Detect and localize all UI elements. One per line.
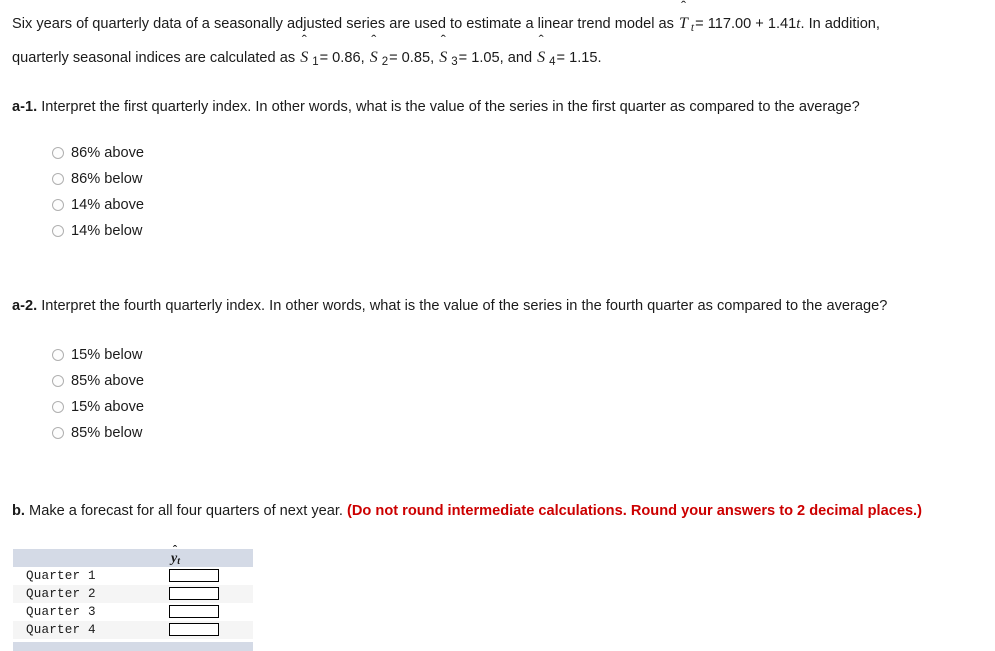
seasonal-subscript-2: 2 bbox=[381, 56, 389, 68]
radio-button-icon[interactable] bbox=[52, 173, 64, 185]
seasonal-symbol-4: ̂S bbox=[537, 49, 546, 66]
forecast-answer-table: ̂yt Quarter 1 Quarter 2 bbox=[13, 549, 253, 639]
forecast-answer-table-wrapper: ̂yt Quarter 1 Quarter 2 bbox=[0, 549, 995, 639]
option-a2-3-label: 85% below bbox=[71, 424, 143, 441]
option-a1-1[interactable]: 86% below bbox=[52, 166, 995, 192]
table-row: Quarter 1 bbox=[13, 567, 253, 585]
option-a1-2-label: 14% above bbox=[71, 196, 145, 213]
seasonal-subscript-3: 3 bbox=[451, 56, 458, 68]
row-input-cell-quarter-2 bbox=[161, 585, 253, 603]
option-a1-0-label: 86% above bbox=[71, 144, 145, 161]
trend-symbol: ̂T bbox=[679, 15, 688, 32]
option-a2-1[interactable]: 85% above bbox=[52, 368, 995, 394]
seasonal-value-4: = 1.15. bbox=[556, 50, 602, 66]
radio-button-icon[interactable] bbox=[52, 427, 64, 439]
yhat-symbol: ̂yt bbox=[171, 551, 180, 567]
question-a1-label: a-1. bbox=[12, 99, 38, 115]
stem-line1-text: Six years of quarterly data of a seasona… bbox=[12, 16, 674, 32]
question-a1: a-1. Interpret the first quarterly index… bbox=[0, 98, 995, 117]
row-label-quarter-4: Quarter 4 bbox=[13, 621, 161, 639]
table-header-yhat: ̂yt bbox=[161, 549, 253, 567]
question-a2-label: a-2. bbox=[12, 298, 38, 314]
radio-button-icon[interactable] bbox=[52, 375, 64, 387]
question-page: Six years of quarterly data of a seasona… bbox=[0, 0, 995, 651]
answer-input-quarter-1[interactable] bbox=[169, 569, 219, 583]
table-row: Quarter 3 bbox=[13, 603, 253, 621]
option-a2-0-label: 15% below bbox=[71, 346, 143, 363]
row-input-cell-quarter-4 bbox=[161, 621, 253, 639]
radio-button-icon[interactable] bbox=[52, 147, 64, 159]
problem-stem: Six years of quarterly data of a seasona… bbox=[0, 0, 995, 77]
table-row: Quarter 2 bbox=[13, 585, 253, 603]
option-a1-0[interactable]: 86% above bbox=[52, 140, 995, 166]
seasonal-symbol-2: ̂S bbox=[369, 49, 378, 66]
option-a1-1-label: 86% below bbox=[71, 170, 143, 187]
options-a2: 15% below 85% above 15% above 85% below bbox=[0, 342, 995, 446]
question-b-instruction: (Do not round intermediate calculations.… bbox=[347, 503, 922, 519]
seasonal-symbol-1: ̂S bbox=[300, 49, 309, 66]
trend-tail: . In addition, bbox=[800, 16, 880, 32]
row-label-quarter-1: Quarter 1 bbox=[13, 567, 161, 585]
answer-input-quarter-2[interactable] bbox=[169, 587, 219, 601]
seasonal-value-3: = 1.05, and bbox=[458, 50, 533, 66]
table-header-blank bbox=[13, 549, 161, 567]
table-body: Quarter 1 Quarter 2 Quarter 3 Quarter 4 bbox=[13, 567, 253, 639]
option-a2-2-label: 15% above bbox=[71, 398, 145, 415]
seasonal-value-2: = 0.85, bbox=[389, 50, 435, 66]
radio-button-icon[interactable] bbox=[52, 349, 64, 361]
option-a1-2[interactable]: 14% above bbox=[52, 192, 995, 218]
row-label-quarter-3: Quarter 3 bbox=[13, 603, 161, 621]
stem-line2: quarterly seasonal indices are calculate… bbox=[12, 43, 977, 77]
row-input-cell-quarter-3 bbox=[161, 603, 253, 621]
row-label-quarter-2: Quarter 2 bbox=[13, 585, 161, 603]
table-header: ̂yt bbox=[13, 549, 253, 567]
option-a1-3[interactable]: 14% below bbox=[52, 218, 995, 244]
radio-button-icon[interactable] bbox=[52, 401, 64, 413]
table-header-row: ̂yt bbox=[13, 549, 253, 567]
table-row: Quarter 4 bbox=[13, 621, 253, 639]
question-a1-text: Interpret the first quarterly index. In … bbox=[41, 99, 860, 115]
options-a1: 86% above 86% below 14% above 14% below bbox=[0, 140, 995, 244]
question-a2: a-2. Interpret the fourth quarterly inde… bbox=[0, 297, 935, 316]
radio-button-icon[interactable] bbox=[52, 199, 64, 211]
seasonal-symbol-3: ̂S bbox=[439, 49, 448, 66]
option-a2-3[interactable]: 85% below bbox=[52, 420, 995, 446]
option-a2-0[interactable]: 15% below bbox=[52, 342, 995, 368]
question-b-text: Make a forecast for all four quarters of… bbox=[29, 503, 343, 519]
seasonal-subscript-1: 1 bbox=[312, 56, 319, 68]
option-a1-3-label: 14% below bbox=[71, 222, 143, 239]
answer-input-quarter-3[interactable] bbox=[169, 605, 219, 619]
seasonal-value-1: = 0.86, bbox=[319, 50, 365, 66]
yhat-subscript: t bbox=[177, 556, 180, 567]
row-input-cell-quarter-1 bbox=[161, 567, 253, 585]
trend-equation: = 117.00 + 1.41 bbox=[695, 16, 797, 32]
seasonal-subscript-4: 4 bbox=[549, 56, 556, 68]
radio-button-icon[interactable] bbox=[52, 225, 64, 237]
option-a2-2[interactable]: 15% above bbox=[52, 394, 995, 420]
stem-line2-text: quarterly seasonal indices are calculate… bbox=[12, 50, 296, 66]
answer-input-quarter-4[interactable] bbox=[169, 623, 219, 637]
option-a2-1-label: 85% above bbox=[71, 372, 145, 389]
question-a2-text: Interpret the fourth quarterly index. In… bbox=[41, 298, 888, 314]
question-b-label: b. bbox=[12, 503, 25, 519]
question-b: b. Make a forecast for all four quarters… bbox=[0, 502, 945, 521]
